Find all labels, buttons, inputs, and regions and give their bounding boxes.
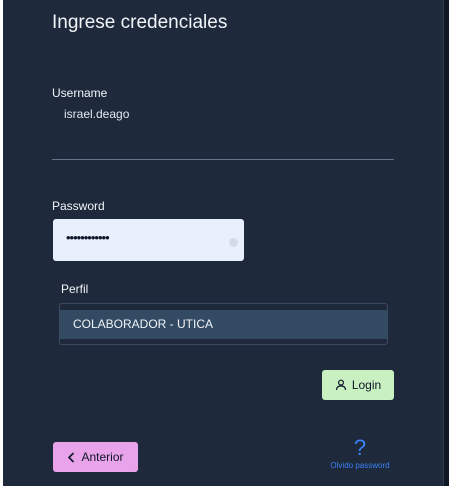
page-title: Ingrese credenciales xyxy=(52,12,228,33)
password-field[interactable]: •••••••••••• xyxy=(53,219,244,261)
password-visibility-icon[interactable] xyxy=(229,238,238,247)
anterior-button[interactable]: Anterior xyxy=(53,442,138,472)
login-button[interactable]: Login xyxy=(322,370,394,400)
password-value: •••••••••••• xyxy=(66,230,110,245)
question-mark-icon: ? xyxy=(353,435,367,460)
right-edge xyxy=(444,0,449,486)
login-button-label: Login xyxy=(351,378,382,392)
divider xyxy=(52,159,394,160)
perfil-label: Perfil xyxy=(61,282,89,296)
chevron-left-icon xyxy=(67,451,75,463)
password-label: Password xyxy=(52,199,105,213)
username-label: Username xyxy=(52,86,108,100)
username-value: israel.deago xyxy=(64,107,130,121)
perfil-select[interactable]: COLABORADOR - UTICA xyxy=(59,303,388,345)
anterior-button-label: Anterior xyxy=(81,450,124,464)
forgot-password-label: Olvido password xyxy=(330,461,390,470)
left-edge xyxy=(0,0,3,486)
perfil-option-selected[interactable]: COLABORADOR - UTICA xyxy=(60,310,387,339)
user-icon xyxy=(335,379,347,391)
forgot-password-link[interactable]: ? Olvido password xyxy=(320,435,400,471)
